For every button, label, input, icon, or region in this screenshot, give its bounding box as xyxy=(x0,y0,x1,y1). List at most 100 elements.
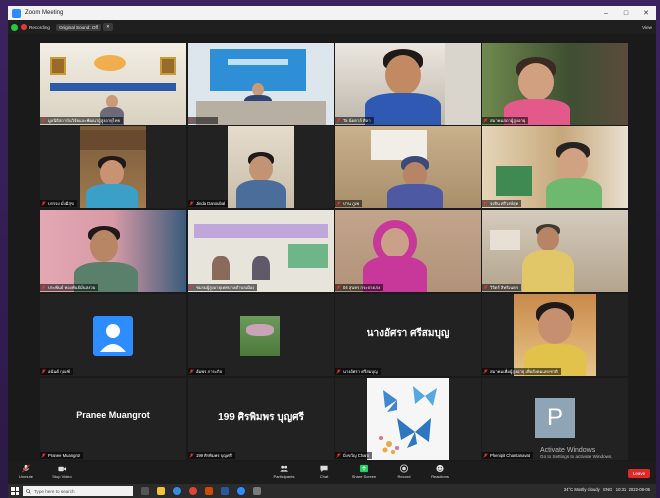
watermark-line2: Go to Settings to activate Windows. xyxy=(540,454,613,459)
muted-mic-icon xyxy=(336,118,341,123)
share-screen-icon xyxy=(359,464,369,473)
system-tray[interactable]: 34°C Mostly cloudy ENG 10:31 2022-08-05 xyxy=(564,487,650,492)
participant-name: มิ่งขวัญ Charo xyxy=(343,453,370,458)
record-icon xyxy=(399,464,409,473)
participant-name: สมาคมเพื่อผู้สูงอายุ เพื่อสังคมแห่งชาติ xyxy=(490,369,558,374)
window-title: Zoom Meeting xyxy=(25,10,64,16)
share-screen-label: Share Screen xyxy=(351,474,377,479)
chat-icon xyxy=(320,465,328,473)
windows-taskbar: Type here to search 34°C Mostly cloudy E… xyxy=(8,484,656,498)
app-icon[interactable] xyxy=(253,487,261,495)
participant-tile[interactable]: ปาน ภูเพ xyxy=(335,126,481,208)
default-avatar-icon xyxy=(93,316,133,356)
watermark-line1: Activate Windows xyxy=(540,447,596,454)
word-icon[interactable] xyxy=(221,487,229,495)
participant-tile[interactable]: มิ่งขวัญ Charo xyxy=(335,378,481,460)
recording-dot-icon xyxy=(21,24,27,30)
security-shield-icon[interactable] xyxy=(11,23,18,31)
task-view-icon[interactable] xyxy=(141,487,149,495)
participant-tile[interactable]: วิจิตร์ สิทธิเนตร xyxy=(482,210,628,292)
file-explorer-icon[interactable] xyxy=(157,487,165,495)
minimize-button[interactable]: – xyxy=(596,10,616,17)
stop-video-button[interactable]: Stop Video xyxy=(44,464,80,479)
meeting-toolbar: Unmute Stop Video Participants Chat Shar… xyxy=(8,462,656,484)
participant-name: ชมรมผู้สูงอายุเทศบาลตำบลเมือง xyxy=(196,285,255,290)
participant-tile[interactable]: บรรจง มั่งมีสุข xyxy=(40,126,186,208)
participant-tile[interactable]: ชมรมผู้สูงอายุเทศบาลตำบลเมือง xyxy=(188,210,334,292)
view-button[interactable]: View xyxy=(642,25,652,30)
participant-display-name: 199 ศิรพิมพร บุญศรี xyxy=(218,412,304,423)
chrome-browser-icon[interactable] xyxy=(189,487,197,495)
maximize-button[interactable]: □ xyxy=(616,10,636,17)
participant-tile[interactable]: อัมพร ภาระกิจ xyxy=(188,294,334,376)
muted-mic-icon xyxy=(189,285,194,290)
window-title-bar: Zoom Meeting – □ ✕ xyxy=(8,6,656,20)
profile-photo xyxy=(240,316,280,356)
participant-tile[interactable]: Jinda Danoubal xyxy=(188,126,334,208)
participant-name: 199 ศิรพิมพร บุญศรี xyxy=(196,453,232,458)
edge-browser-icon[interactable] xyxy=(173,487,181,495)
original-sound-close-icon[interactable]: ✕ xyxy=(102,23,113,31)
unmute-button[interactable]: Unmute xyxy=(8,464,44,479)
participant-display-name: นางอัศรา ศรีสมบุญ xyxy=(366,328,450,339)
muted-mic-icon xyxy=(41,118,46,123)
participant-tile[interactable]: สมาคมเพื่อผู้สูงอายุ เพื่อสังคมแห่งชาติ xyxy=(482,294,628,376)
participant-tile[interactable]: นางอัศรา ศรีสมบุญ นางอัศรา ศรีสมบุญ xyxy=(335,294,481,376)
participant-name: นางอัศรา ศรีสมบุญ xyxy=(343,369,378,374)
participant-name: อัมพร ภาระกิจ xyxy=(196,369,223,374)
windows-activation-watermark: Activate Windows Go to Settings to activ… xyxy=(540,447,613,459)
original-sound-toggle[interactable]: Original Sound: Off xyxy=(55,23,101,31)
participant-name: สมาคมสภาผู้สูงอายุ xyxy=(490,118,526,123)
participant-tile[interactable]: Ta นัดตาล้ ศิลา xyxy=(335,43,481,125)
meeting-top-bar: Recording Original Sound: Off ✕ View xyxy=(8,20,656,34)
participant-name: Pranee Muangrot xyxy=(48,453,81,458)
butterfly-profile-image xyxy=(367,378,449,460)
participant-name: Ta นัดตาล้ ศิลา xyxy=(343,118,371,123)
microphone-muted-icon xyxy=(22,464,30,473)
muted-mic-icon xyxy=(41,285,46,290)
muted-mic-icon xyxy=(41,453,46,458)
reactions-button[interactable]: Reactions xyxy=(422,464,458,479)
leave-button[interactable]: Leave xyxy=(628,469,650,478)
participants-button[interactable]: Participants xyxy=(266,464,302,479)
muted-mic-icon xyxy=(336,285,341,290)
participant-name: Phenipit Chantanavat xyxy=(490,453,531,458)
participant-name: 04 สุนทร กระจางเรง xyxy=(343,285,381,290)
participant-tile[interactable]: อนันต์ กุณฑ์ xyxy=(40,294,186,376)
muted-mic-icon xyxy=(483,453,488,458)
participants-icon xyxy=(280,465,289,472)
windows-start-icon[interactable] xyxy=(11,487,19,495)
participant-tile[interactable]: สมาคมสภาผู้สูงอายุ xyxy=(482,43,628,125)
participant-display-name: Pranee Muangrot xyxy=(76,410,150,420)
participant-name: ประพันธ์ ทองพันธ์มั่นสงวน xyxy=(48,285,96,290)
participant-tile[interactable]: Pranee Muangrot Pranee Muangrot xyxy=(40,378,186,460)
participant-tile[interactable]: ประพันธ์ ทองพันธ์มั่นสงวน xyxy=(40,210,186,292)
participant-tile[interactable] xyxy=(188,43,334,125)
video-camera-icon xyxy=(58,466,67,472)
letter-avatar-text: P xyxy=(546,404,563,431)
screen: Zoom Meeting – □ ✕ Recording Original So… xyxy=(0,0,660,498)
close-button[interactable]: ✕ xyxy=(636,9,656,17)
muted-mic-icon xyxy=(336,369,341,374)
participant-tile[interactable]: จงจิน ศรีวงษ์สุด xyxy=(482,126,628,208)
record-button[interactable]: Record xyxy=(386,464,422,479)
participant-tile[interactable]: 04 สุนทร กระจางเรง xyxy=(335,210,481,292)
chat-button[interactable]: Chat xyxy=(306,464,342,479)
participant-tile[interactable]: มูลนิธิสถาบันวิจัยและพัฒนาผู้สูงอายุไทย xyxy=(40,43,186,125)
reactions-label: Reactions xyxy=(431,474,449,479)
letter-avatar: P xyxy=(535,398,575,438)
recording-label[interactable]: Recording xyxy=(29,25,50,30)
muted-mic-icon xyxy=(336,453,341,458)
muted-mic-icon xyxy=(189,201,194,206)
participant-tile[interactable]: 199 ศิรพิมพร บุญศรี 199 ศิรพิมพร บุญศรี xyxy=(188,378,334,460)
unmute-label: Unmute xyxy=(18,474,33,479)
weather-status: 34°C Mostly cloudy xyxy=(563,487,600,492)
search-icon xyxy=(26,488,31,494)
taskbar-search-input[interactable]: Type here to search xyxy=(23,486,133,496)
search-placeholder: Type here to search xyxy=(34,488,75,494)
video-gallery: มูลนิธิสถาบันวิจัยและพัฒนาผู้สูงอายุไทย … xyxy=(8,34,656,462)
participant-name: ปาน ภูเพ xyxy=(343,201,359,206)
share-screen-button[interactable]: Share Screen xyxy=(346,464,382,479)
zoom-app-icon[interactable] xyxy=(237,487,245,495)
powerpoint-icon[interactable] xyxy=(205,487,213,495)
